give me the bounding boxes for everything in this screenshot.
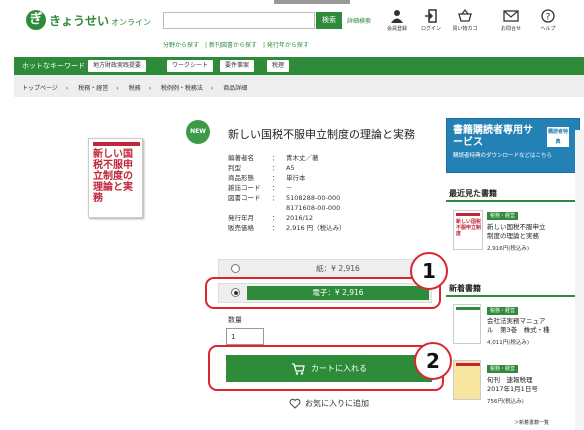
search-input[interactable] <box>163 12 315 29</box>
cover-title: 新しい国税不服申立制度の理論と実務 <box>93 149 133 204</box>
search-button[interactable]: 検索 <box>316 12 342 29</box>
browse-by-field-link[interactable]: 分野から探す <box>163 42 199 49</box>
book-cover-image: 新しい国税不服申立制度の理論と実務 <box>88 138 143 218</box>
hot-keyword-label: ホットなキーワード <box>22 62 85 70</box>
chevron-right-icon: › <box>116 85 119 92</box>
logo-icon[interactable]: ぎ <box>26 10 46 30</box>
help-button[interactable]: ? ヘルプ <box>534 9 562 32</box>
paper-radio[interactable] <box>231 264 240 273</box>
callout-number-2: 2 <box>414 342 452 380</box>
new-book-cover[interactable] <box>453 304 481 344</box>
keyword-tag[interactable]: 税理 <box>267 60 290 72</box>
browse-links: 分野から探す | 新刊図書から探す | 発行年から探す <box>163 42 309 49</box>
new-book-title[interactable]: 会社法実務マニュアル 第3巻 株式・種 <box>487 317 550 335</box>
member-register-button[interactable]: 会員登録 <box>383 9 411 32</box>
mail-icon <box>503 10 519 22</box>
keyword-tag[interactable]: 地方財政実践提要 <box>88 60 147 72</box>
detail-row: 8171608-00-000 <box>286 204 341 212</box>
detail-row: 図書コード： 5108288-00-000 <box>228 194 341 202</box>
new-badge: NEW <box>186 120 210 144</box>
category-tag: 税務・経営 <box>487 212 519 220</box>
keyword-tag[interactable]: ワークシート <box>167 60 214 72</box>
add-to-favorites-button[interactable]: お気に入りに追加 <box>226 392 432 414</box>
service-title: 書籍購読者専用サービス <box>453 125 533 148</box>
heart-icon <box>289 398 301 409</box>
new-book-title[interactable]: 旬刊 速報税理 2017年1月1日号 <box>487 376 538 394</box>
detail-row: 販売価格： 2,916 円（税込み） <box>228 224 346 232</box>
chevron-right-icon: › <box>148 85 151 92</box>
basket-button[interactable]: 買い物カゴ <box>451 9 479 32</box>
detail-row: 発行年月： 2016/12 <box>228 214 314 222</box>
section-divider <box>446 295 580 297</box>
service-description: 購読者特典のダウンロードなどはこちら <box>453 153 553 159</box>
new-books-more-link[interactable]: ＞新着書籍一覧 <box>514 419 549 426</box>
recent-books-heading: 最近見た書籍 <box>449 189 497 198</box>
breadcrumb-current: 商品詳細 <box>223 85 248 92</box>
new-book-price: 756円(税込み) <box>487 399 524 405</box>
quantity-label: 数量 <box>228 316 242 324</box>
breadcrumb-item[interactable]: トップページ <box>22 85 58 92</box>
page: ぎ きょうせい オンライン 検索 詳細検索 分野から探す | 新刊図書から探す | 発… <box>0 0 584 430</box>
svg-text:?: ? <box>546 13 551 23</box>
basket-icon <box>458 9 472 22</box>
scrollbar[interactable] <box>575 130 584 430</box>
advanced-search-link[interactable]: 詳細検索 <box>347 16 371 25</box>
help-icon: ? <box>541 9 555 23</box>
detail-row: 編著者名：青木丈／著 <box>228 154 319 162</box>
logo[interactable]: きょうせい オンライン <box>49 12 151 29</box>
add-to-favorites-label: お気に入りに追加 <box>305 398 369 408</box>
download-icon: 購読者特典 <box>547 127 569 147</box>
detail-row: 商品形態：単行本 <box>228 174 306 182</box>
chevron-right-icon: › <box>65 85 69 92</box>
login-icon <box>425 9 437 23</box>
quantity-input[interactable]: 1 <box>226 328 264 345</box>
product-details: 編著者名：青木丈／著 判型： A5 商品形態：単行本 雑誌コード：－ 図書コード：… <box>228 153 346 233</box>
new-books-heading: 新着書籍 <box>449 284 481 293</box>
contact-button[interactable]: お問合せ <box>497 9 525 32</box>
browse-new-link[interactable]: 新刊図書から探す <box>209 42 257 49</box>
subscriber-service-banner[interactable]: 書籍購読者専用サービス 購読者特典 購読者特典のダウンロードなどはこちら <box>446 118 580 173</box>
breadcrumb-item[interactable]: 税例例・税務法 <box>161 85 203 92</box>
product-title: 新しい国税不服申立制度の理論と実務 <box>228 128 415 141</box>
browse-year-link[interactable]: 発行年から探す <box>267 42 309 49</box>
callout-box-1 <box>205 277 441 309</box>
category-tag: 税務・経営 <box>487 365 519 373</box>
paper-price-label: 紙：¥ 2,916 <box>316 264 360 273</box>
cover-band <box>93 142 140 146</box>
callout-number-1: 1 <box>410 252 448 290</box>
section-divider <box>446 200 580 202</box>
login-button[interactable]: ログイン <box>417 9 445 32</box>
user-icon <box>391 10 403 23</box>
recent-book-title[interactable]: 新しい国税不服申立 制度の理論と実務 <box>487 223 546 241</box>
recent-book-cover[interactable]: 新しい国税不服申立制度 <box>453 210 483 250</box>
breadcrumb-item[interactable]: 税務・経営 <box>78 85 108 92</box>
chevron-right-icon: › <box>210 85 214 92</box>
new-book-price: 4,011円(税込み) <box>487 340 530 346</box>
breadcrumb-item[interactable]: 税務 <box>129 85 141 92</box>
recent-book-price: 2,916円(税込み) <box>487 246 530 252</box>
top-strip <box>274 0 350 4</box>
detail-row: 判型： A5 <box>228 164 295 172</box>
breadcrumb-items: トップページ › 税務・経営 › 税務 › 税例例・税務法 › 商品詳細 <box>22 83 255 92</box>
callout-box-2 <box>208 345 444 391</box>
category-tag: 税務・経営 <box>487 307 519 315</box>
keyword-tag[interactable]: 要件事案 <box>220 60 255 72</box>
new-book-cover[interactable] <box>453 360 481 400</box>
detail-row: 雑誌コード：－ <box>228 184 293 192</box>
